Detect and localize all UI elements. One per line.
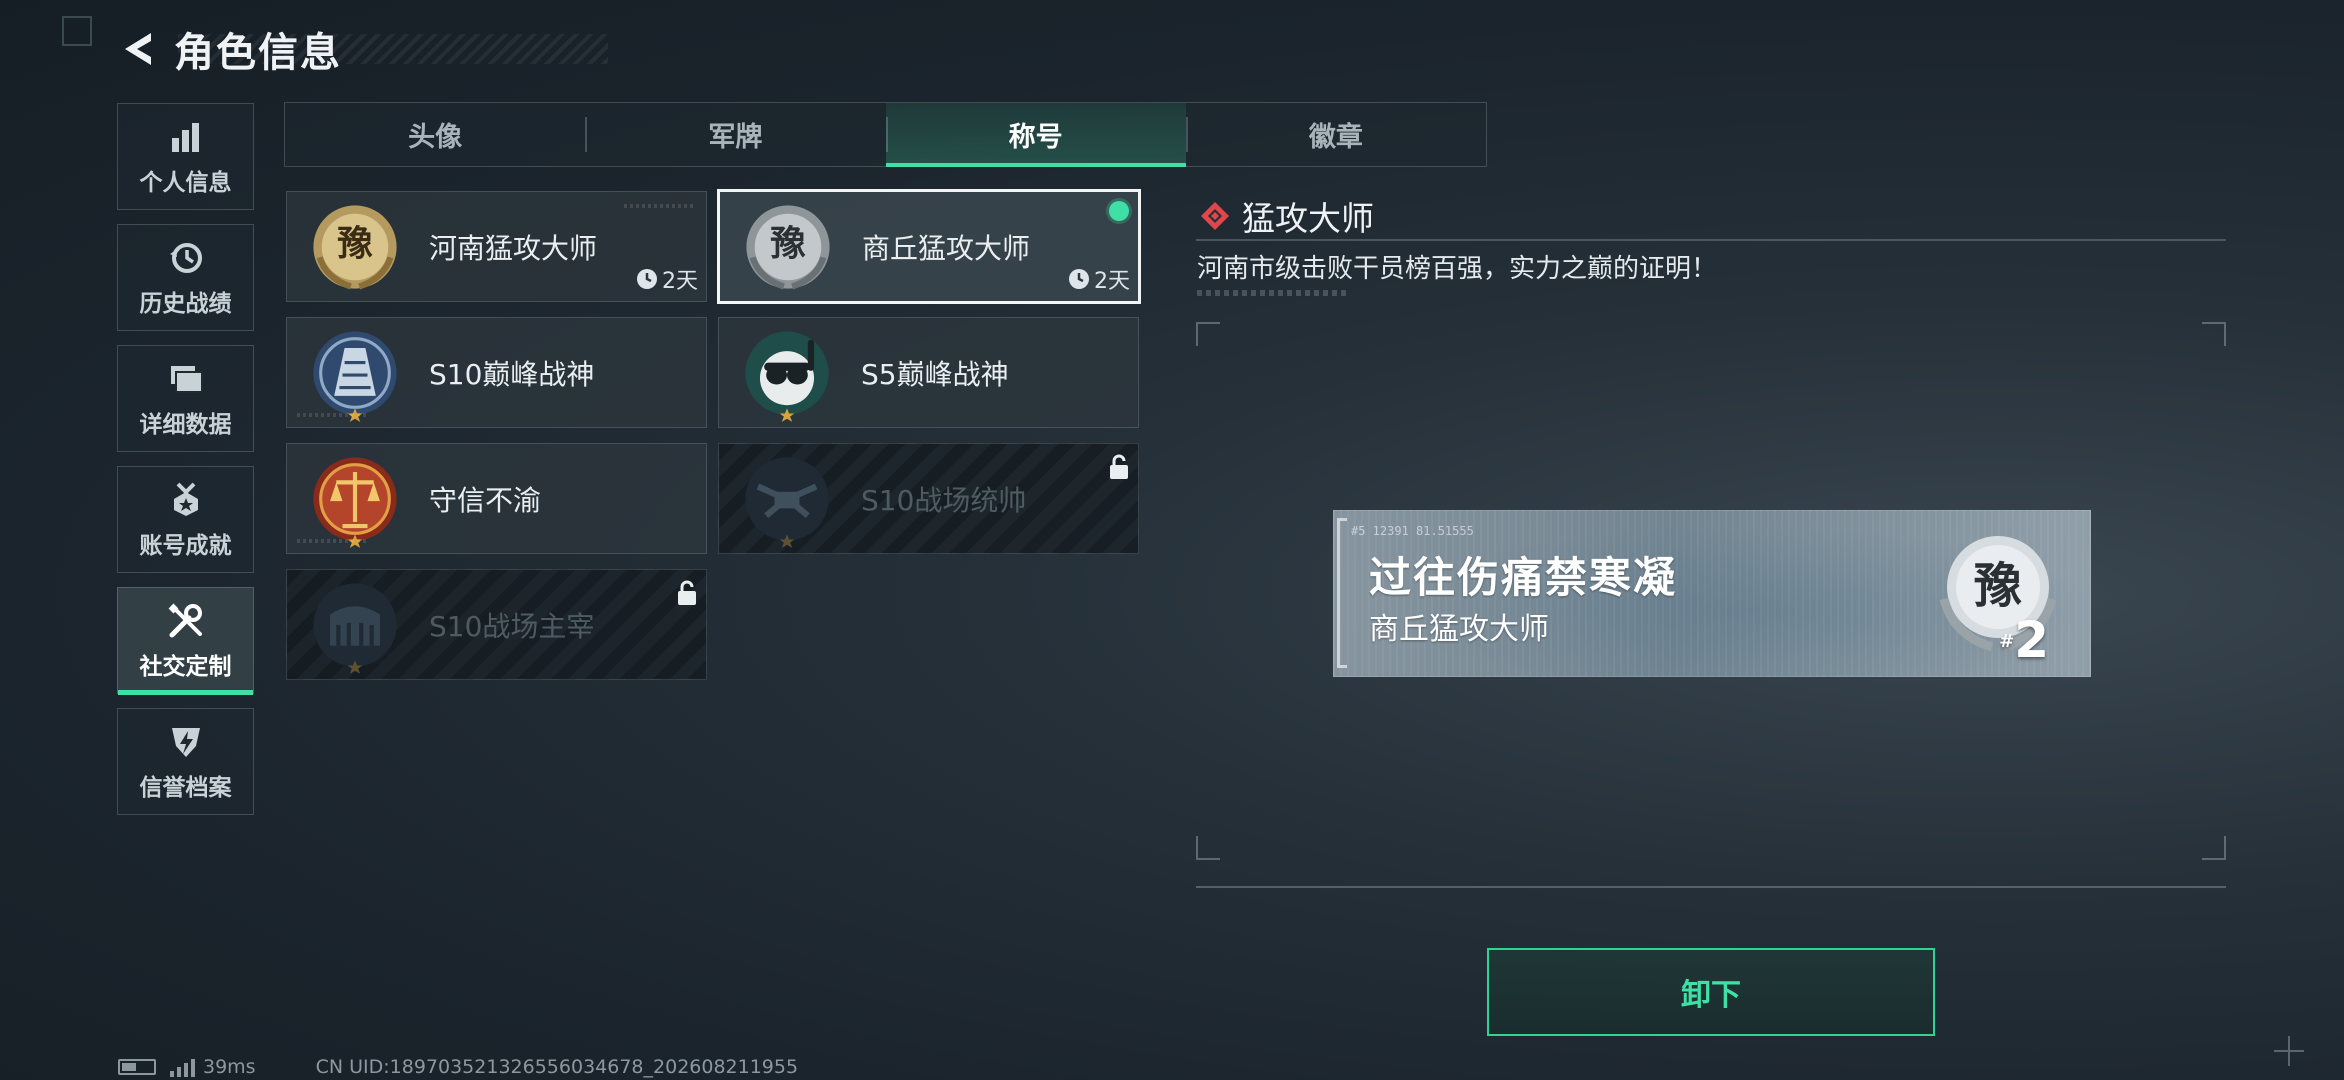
banner-bracket <box>1337 518 1347 668</box>
card-micro-print <box>297 413 367 417</box>
title-card-shangqiu-master[interactable]: 豫 商丘猛攻大师 2天 <box>717 189 1141 304</box>
clock-icon <box>637 269 657 289</box>
category-tabs: 头像 军牌 称号 徽章 <box>284 102 1487 167</box>
bar-chart-icon <box>166 117 206 157</box>
dark-colosseum-emblem <box>313 582 397 674</box>
title-card-keep-faith[interactable]: 守信不渝 <box>286 443 707 554</box>
title-card-s10-commander-locked[interactable]: S10战场统帅 <box>718 443 1139 554</box>
sidebar-item-label: 个人信息 <box>139 169 232 196</box>
sidebar-item-label: 信誉档案 <box>139 774 232 801</box>
signal-icon <box>170 1057 195 1077</box>
sidebar-item-label: 社交定制 <box>139 653 232 680</box>
skull-diver-emblem <box>745 330 829 422</box>
corner-frame-decoration <box>62 16 92 46</box>
preview-sub-text: 商丘猛攻大师 <box>1369 612 1549 647</box>
title-name: 河南猛攻大师 <box>429 231 598 265</box>
title-card-henan-master[interactable]: 豫 河南猛攻大师 2天 <box>286 191 707 302</box>
detail-description: 河南市级击败干员榜百强，实力之巅的证明！ <box>1197 254 1718 284</box>
micro-print-decoration <box>1197 290 1347 296</box>
clock-icon <box>1069 269 1089 289</box>
sidebar: 个人信息 历史战绩 详细数据 账号成就 社交定制 信誉档案 <box>117 103 254 829</box>
rank-number: #2 <box>1999 611 2049 669</box>
title-card-s5-peak-god[interactable]: S5巅峰战神 <box>718 317 1139 428</box>
sidebar-item-achievements[interactable]: 账号成就 <box>117 466 254 573</box>
detail-title: 猛攻大师 <box>1242 199 1374 238</box>
banner-code: #5 12391 81.51555 <box>1351 524 1474 538</box>
blue-tower-emblem <box>313 330 397 422</box>
title-name: S10战场主宰 <box>429 609 595 643</box>
uid-text: CN UID:18970352132655603467­8_2026082119… <box>315 1056 799 1078</box>
history-clock-icon <box>166 238 206 278</box>
status-footer: 39ms CN UID:18970352132655603467­8_20260… <box>118 1055 798 1079</box>
shield-bolt-icon <box>166 722 206 762</box>
page-title: 角色信息 <box>174 30 342 76</box>
title-card-s10-dominator-locked[interactable]: S10战场主宰 <box>286 569 707 680</box>
svg-text:豫: 豫 <box>770 223 806 264</box>
divider <box>1196 886 2226 888</box>
tab-avatar[interactable]: 头像 <box>285 103 585 166</box>
sidebar-item-history[interactable]: 历史战绩 <box>117 224 254 331</box>
title-preview-banner: #5 12391 81.51555 过往伤痛禁寒凝 商丘猛攻大师 豫 #2 <box>1333 510 2091 677</box>
sidebar-item-label: 账号成就 <box>139 532 232 559</box>
folder-icon <box>166 359 206 399</box>
divider <box>1196 239 2226 241</box>
silver-laurel-yu-emblem: 豫 <box>746 204 830 289</box>
svg-text:豫: 豫 <box>1974 558 2022 614</box>
sidebar-item-personal-info[interactable]: 个人信息 <box>117 103 254 210</box>
duration-timer: 2天 <box>636 263 698 295</box>
justice-scale-emblem <box>313 456 397 548</box>
tab-badge[interactable]: 徽章 <box>1185 103 1486 166</box>
sidebar-item-detailed-data[interactable]: 详细数据 <box>117 345 254 452</box>
wrench-screwdriver-icon <box>166 601 206 641</box>
silver-laurel-yu-emblem: 豫 <box>1939 536 2057 652</box>
detail-header: 猛攻大师 <box>1200 192 1374 240</box>
title-name: S10战场统帅 <box>861 483 1027 517</box>
red-diamond-icon <box>1201 202 1229 230</box>
gold-laurel-yu-emblem: 豫 <box>313 204 397 289</box>
tab-title[interactable]: 称号 <box>885 103 1187 167</box>
title-name: 守信不渝 <box>429 483 542 517</box>
preview-main-text: 过往伤痛禁寒凝 <box>1369 553 1678 602</box>
battery-icon <box>118 1059 156 1075</box>
sidebar-item-credit-record[interactable]: 信誉档案 <box>117 708 254 815</box>
ping-text: 39ms <box>203 1056 256 1078</box>
medal-icon <box>166 480 206 520</box>
lock-icon <box>678 580 696 605</box>
equipped-indicator-dot <box>1109 201 1129 221</box>
back-arrow-icon[interactable] <box>118 28 160 70</box>
dark-drone-emblem <box>745 456 829 548</box>
sidebar-item-label: 历史战绩 <box>139 290 232 317</box>
timer-text: 2天 <box>1094 269 1130 294</box>
title-name: 商丘猛攻大师 <box>862 231 1031 265</box>
sidebar-item-label: 详细数据 <box>139 411 232 438</box>
tab-dogtag[interactable]: 军牌 <box>585 103 885 166</box>
title-name: S5巅峰战神 <box>861 357 1009 391</box>
lock-icon <box>1110 454 1128 479</box>
sidebar-item-social-custom[interactable]: 社交定制 <box>117 587 254 695</box>
title-card-s10-peak-god[interactable]: S10巅峰战神 <box>286 317 707 428</box>
card-micro-print <box>624 204 694 208</box>
unequip-button[interactable]: 卸下 <box>1487 948 1935 1036</box>
timer-text: 2天 <box>662 269 698 294</box>
card-micro-print <box>297 539 367 543</box>
title-name: S10巅峰战神 <box>429 357 595 391</box>
page-header: 角色信息 <box>118 24 608 76</box>
crosshair-decoration <box>2274 1036 2304 1066</box>
duration-timer: 2天 <box>1068 263 1130 295</box>
svg-text:豫: 豫 <box>337 223 373 264</box>
